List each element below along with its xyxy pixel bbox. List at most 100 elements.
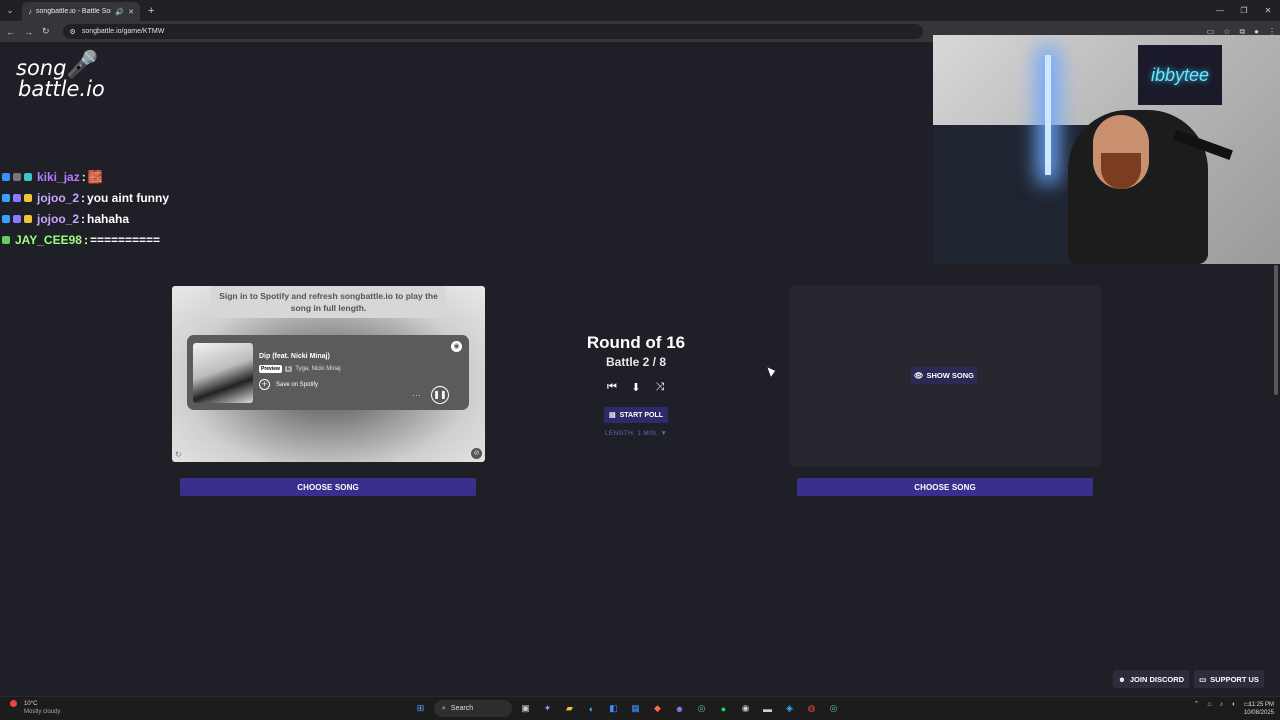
edge-icon[interactable]: ◐ <box>583 700 600 717</box>
chat-line: kiki_jaz : 🧱 <box>2 166 169 187</box>
task-view-icon[interactable]: ▣ <box>517 700 534 717</box>
chat-separator: : <box>81 169 86 184</box>
app-icon[interactable]: ◈ <box>781 700 798 717</box>
plus-icon: + <box>259 379 270 390</box>
show-song-button[interactable]: 👁 SHOW SONG <box>911 367 977 384</box>
pause-icon[interactable]: ❚❚ <box>431 386 449 404</box>
choose-left-song-button[interactable]: CHOOSE SONG <box>180 478 476 496</box>
crown-icon <box>24 214 32 223</box>
chat-message: ========== <box>89 232 161 247</box>
support-label: SUPPORT US <box>1210 674 1259 684</box>
crown-icon <box>24 193 32 202</box>
weather-desc: Mostly cloudy <box>24 709 61 715</box>
windows-start-icon[interactable]: ⊞ <box>412 700 429 717</box>
tab-search-icon[interactable]: ⌄ <box>0 0 20 21</box>
chat-message: hahaha <box>87 211 130 226</box>
show-song-label: SHOW SONG <box>926 371 975 380</box>
discord-app-icon[interactable]: ☻ <box>671 700 688 717</box>
more-options-icon[interactable]: ··· <box>412 390 421 400</box>
tab-favicon-icon: ♪ <box>28 7 32 16</box>
explicit-badge: E <box>284 366 293 372</box>
volume-icon[interactable]: ◖ <box>1231 701 1235 708</box>
calendar-icon[interactable]: ▦ <box>627 700 644 717</box>
window-controls: — ❐ ✕ <box>1208 0 1280 21</box>
support-us-button[interactable]: ▭ SUPPORT US <box>1194 670 1264 688</box>
mic-icon[interactable]: ♪ <box>1220 701 1224 708</box>
chat-badge-icon <box>2 235 10 244</box>
song-title[interactable]: Dip (feat. Nicki Minaj) <box>259 353 330 360</box>
weather-widget[interactable]: 10°C Mostly cloudy <box>10 700 61 716</box>
hide-eye-icon[interactable]: ⊘ <box>471 448 482 459</box>
chat-badge-icon <box>2 193 10 202</box>
outlook-icon[interactable]: ◧ <box>605 700 622 717</box>
reload-icon[interactable]: ↻ <box>42 26 50 37</box>
chrome-active-icon[interactable]: ◎ <box>825 700 842 717</box>
length-dropdown[interactable]: LENGTH: 1 MIN. ▼ <box>586 430 686 437</box>
brave-icon[interactable]: ◆ <box>649 700 666 717</box>
chat-line: JAY_CEE98 : ========== <box>2 229 169 250</box>
restore-icon[interactable]: ❐ <box>1232 6 1256 15</box>
chrome-icon[interactable]: ◎ <box>693 700 710 717</box>
obs-icon[interactable]: ◍ <box>803 700 820 717</box>
left-song-card: Sign in to Spotify and refresh songbattl… <box>172 286 485 462</box>
steam-icon[interactable]: ◉ <box>737 700 754 717</box>
url-bar[interactable]: ⚙ songbattle.io/game/KTMW <box>62 24 923 39</box>
minimize-icon[interactable]: — <box>1208 6 1232 15</box>
chat-separator: : <box>83 232 88 247</box>
back-icon[interactable]: ← <box>6 27 15 37</box>
shuffle-icon[interactable]: ⤨ <box>652 380 668 394</box>
weather-temp: 10°C <box>24 701 38 707</box>
battle-counter: Battle 2 / 8 <box>605 355 667 369</box>
start-poll-label: START POLL <box>619 411 664 419</box>
clock-date: 10/08/2025 <box>1243 710 1274 716</box>
refresh-icon[interactable]: ↻ <box>175 450 182 459</box>
terminal-icon[interactable]: ▬ <box>759 700 776 717</box>
download-icon[interactable]: ⬇ <box>628 380 644 394</box>
webcam-neon-sign: ibbytee <box>1138 45 1222 105</box>
mouse-cursor <box>767 365 777 377</box>
clock-time: 11:25 PM <box>1248 702 1274 708</box>
chat-username: jojoo_2 <box>37 190 80 205</box>
logo-line2: battle.io <box>18 77 105 101</box>
forward-icon[interactable]: → <box>24 27 33 37</box>
song-meta: Preview E Tyga, Nicki Minaj <box>259 365 341 373</box>
chat-username: JAY_CEE98 <box>15 232 82 247</box>
taskbar-apps: ⊞ ⌕ Search ▣ ✦ ▰ ◐ ◧ ▦ ◆ ☻ ◎ ● ◉ ▬ ◈ ◍ ◎ <box>412 700 842 717</box>
page-scrollbar[interactable] <box>1274 265 1278 395</box>
site-info-icon[interactable]: ⚙ <box>70 28 76 36</box>
choose-right-song-button[interactable]: CHOOSE SONG <box>797 478 1093 496</box>
eye-icon: 👁 <box>913 371 924 380</box>
songbattle-logo[interactable]: song 🎤 battle.io <box>16 52 105 101</box>
spotify-logo-icon[interactable]: ◉ <box>451 341 462 352</box>
chat-badge-icon <box>13 172 21 181</box>
chat-emote: 🧱 <box>87 169 103 184</box>
spotify-app-icon[interactable]: ● <box>715 700 732 717</box>
spotify-embed-player[interactable]: Dip (feat. Nicki Minaj) Preview E Tyga, … <box>187 335 469 410</box>
webcam-overlay: ibbytee <box>933 35 1280 264</box>
save-on-spotify-button[interactable]: + Save on Spotify <box>259 379 318 390</box>
browser-tab-bar: ⌄ ♪ songbattle.io - Battle Song 🔊 ✕ + — … <box>0 0 1280 21</box>
chat-badge-icon <box>2 214 10 223</box>
chat-separator: : <box>81 211 86 226</box>
chat-badge-icon <box>24 172 32 181</box>
song-artists[interactable]: Tyga, Nicki Minaj <box>295 366 340 372</box>
start-poll-button[interactable]: ▤ START POLL <box>604 407 668 423</box>
taskbar-search[interactable]: ⌕ Search <box>434 700 512 717</box>
battle-controls: ⏮ ⬇ ⤨ <box>604 380 668 394</box>
chat-message: you aint funny <box>87 190 170 205</box>
previous-battle-icon[interactable]: ⏮ <box>604 380 620 394</box>
file-explorer-icon[interactable]: ▰ <box>561 700 578 717</box>
tab-audio-icon[interactable]: 🔊 <box>115 8 124 16</box>
new-tab-icon[interactable]: + <box>148 5 154 17</box>
copilot-icon[interactable]: ✦ <box>539 700 556 717</box>
tab-close-icon[interactable]: ✕ <box>128 8 134 16</box>
tray-overflow-icon[interactable]: ⌃ <box>1194 700 1200 708</box>
taskbar-clock[interactable]: 11:25 PM 10/08/2025 <box>1244 701 1274 717</box>
chat-line: jojoo_2 : hahaha <box>2 208 169 229</box>
browser-tab[interactable]: ♪ songbattle.io - Battle Song 🔊 ✕ <box>22 2 140 21</box>
join-discord-button[interactable]: ☻ JOIN DISCORD <box>1113 670 1189 688</box>
network-icon[interactable]: ⌂ <box>1207 701 1211 708</box>
spotify-signin-notice: Sign in to Spotify and refresh songbattl… <box>211 286 446 318</box>
close-window-icon[interactable]: ✕ <box>1256 6 1280 15</box>
search-placeholder: Search <box>450 705 474 712</box>
